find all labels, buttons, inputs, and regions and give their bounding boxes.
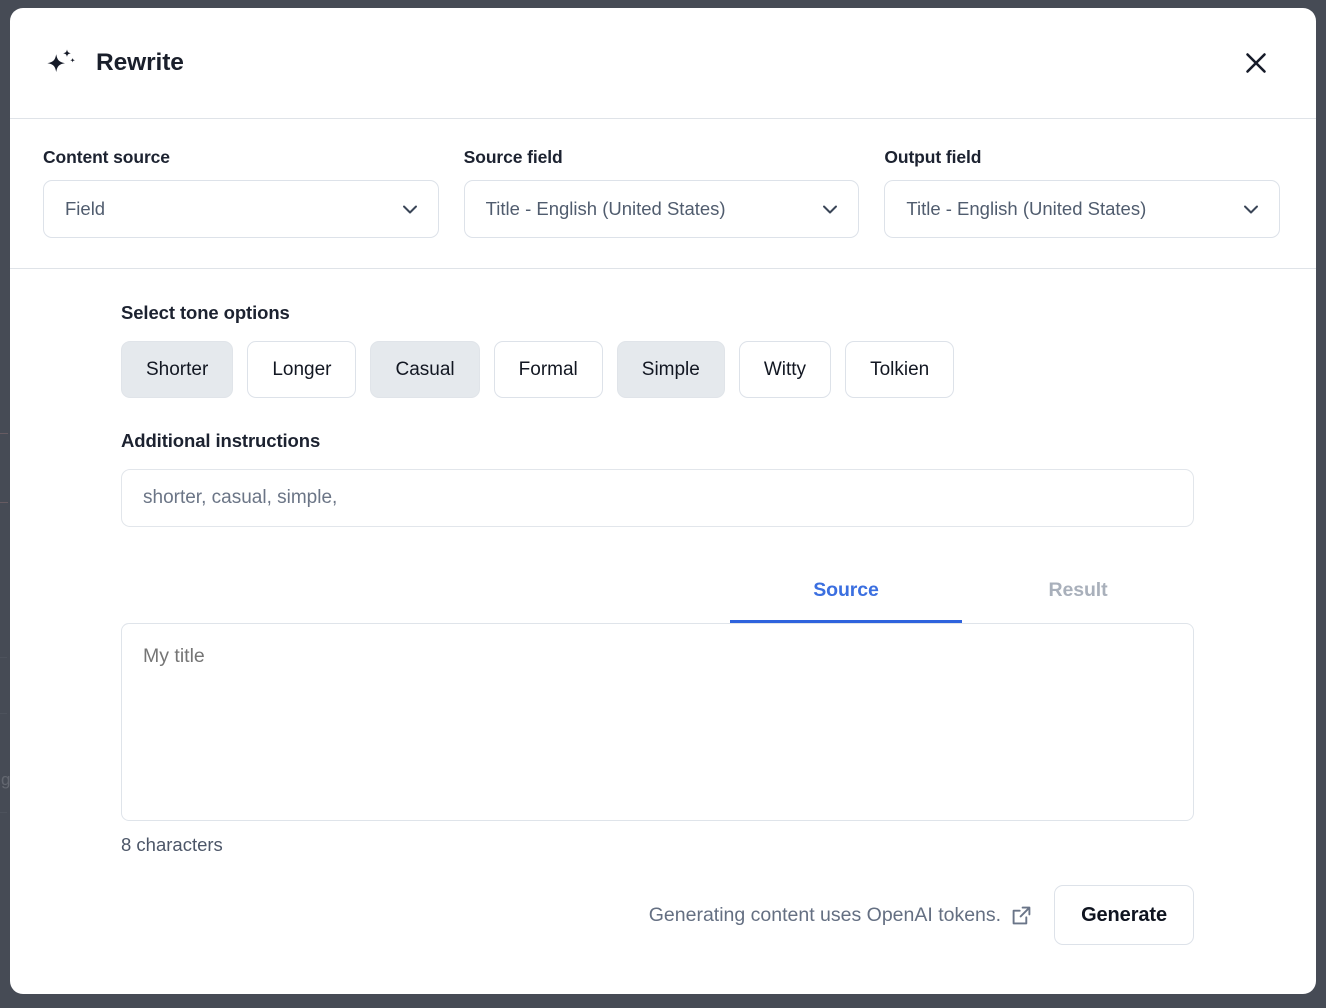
tab-result[interactable]: Result xyxy=(962,561,1194,623)
tone-options-label: Select tone options xyxy=(121,302,1194,324)
tone-option-tolkien[interactable]: Tolkien xyxy=(845,341,954,398)
openai-tokens-note[interactable]: Generating content uses OpenAI tokens. xyxy=(649,904,1032,927)
modal-header: Rewrite xyxy=(10,8,1316,119)
modal-footer: Generating content uses OpenAI tokens. G… xyxy=(10,885,1316,945)
content-source-label: Content source xyxy=(43,147,439,168)
modal-body: Select tone options Shorter Longer Casua… xyxy=(10,269,1316,994)
tone-option-formal[interactable]: Formal xyxy=(494,341,603,398)
output-field-selector: Output field Title - English (United Sta… xyxy=(884,147,1280,238)
tone-option-shorter[interactable]: Shorter xyxy=(121,341,233,398)
content-source-selector: Content source Field xyxy=(43,147,439,238)
close-icon[interactable] xyxy=(1235,42,1277,84)
chevron-down-icon xyxy=(809,198,841,220)
output-field-label: Output field xyxy=(884,147,1280,168)
chevron-down-icon xyxy=(1230,198,1262,220)
source-field-label: Source field xyxy=(464,147,860,168)
source-field-selector: Source field Title - English (United Sta… xyxy=(464,147,860,238)
openai-tokens-note-text: Generating content uses OpenAI tokens. xyxy=(649,904,1001,927)
modal-body-inner: Select tone options Shorter Longer Casua… xyxy=(10,302,1316,856)
additional-instructions-label: Additional instructions xyxy=(121,430,1194,452)
content-source-value: Field xyxy=(65,198,105,220)
source-field-dropdown[interactable]: Title - English (United States) xyxy=(464,180,860,238)
output-field-dropdown[interactable]: Title - English (United States) xyxy=(884,180,1280,238)
tone-option-casual[interactable]: Casual xyxy=(370,341,479,398)
generate-button[interactable]: Generate xyxy=(1054,885,1194,945)
tone-option-simple[interactable]: Simple xyxy=(617,341,725,398)
content-source-dropdown[interactable]: Field xyxy=(43,180,439,238)
source-field-value: Title - English (United States) xyxy=(486,198,726,220)
output-field-value: Title - English (United States) xyxy=(906,198,1146,220)
tone-option-longer[interactable]: Longer xyxy=(247,341,356,398)
editor-tabs: Source Result xyxy=(121,561,1194,623)
character-count: 8 characters xyxy=(121,834,1194,856)
source-textarea[interactable] xyxy=(121,623,1194,821)
field-selector-row: Content source Field Source field Title … xyxy=(10,119,1316,269)
sparkle-icon xyxy=(43,46,77,80)
chevron-down-icon xyxy=(389,198,421,220)
rewrite-modal: Rewrite Content source Field Source fiel… xyxy=(10,8,1316,994)
external-link-icon xyxy=(1011,905,1032,926)
modal-title-group: Rewrite xyxy=(43,46,1235,80)
tone-options-group: Shorter Longer Casual Formal Simple Witt… xyxy=(121,341,1194,398)
additional-instructions-input[interactable] xyxy=(121,469,1194,527)
page-title: Rewrite xyxy=(96,49,184,77)
tone-option-witty[interactable]: Witty xyxy=(739,341,831,398)
tab-source[interactable]: Source xyxy=(730,561,962,623)
